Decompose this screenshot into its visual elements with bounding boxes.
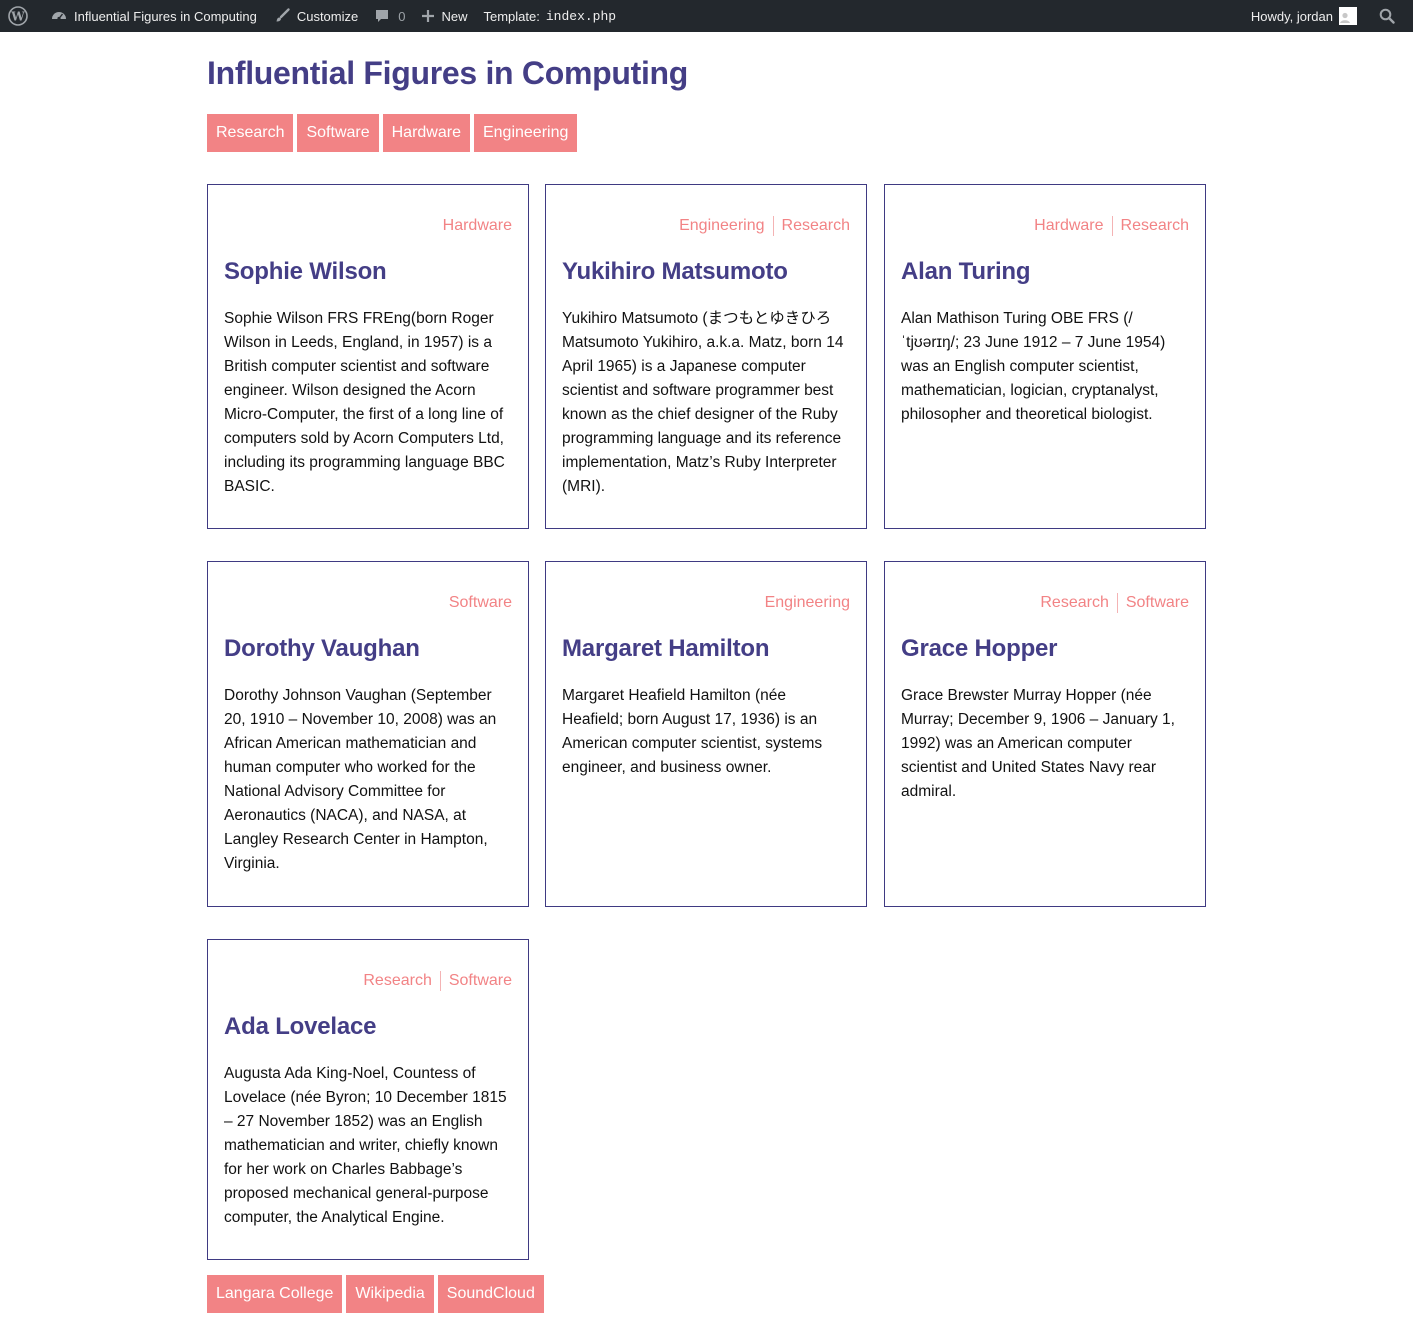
card-title[interactable]: Sophie Wilson — [224, 257, 512, 287]
comments-link[interactable]: 0 — [366, 0, 413, 32]
page-title[interactable]: Influential Figures in Computing — [207, 54, 1207, 92]
template-file: index.php — [545, 8, 617, 24]
new-content-link[interactable]: New — [413, 0, 475, 32]
card-category-link[interactable]: Research — [1040, 592, 1108, 614]
card-category-link[interactable]: Engineering — [679, 215, 764, 237]
avatar — [1339, 7, 1357, 25]
admin-bar-right: Howdy, jordan — [1243, 0, 1413, 32]
footer-link-soundcloud[interactable]: SoundCloud — [437, 1275, 544, 1313]
footer-links: Langara College Wikipedia SoundCloud — [207, 1275, 544, 1313]
comments-count: 0 — [398, 8, 406, 24]
search-button[interactable] — [1365, 0, 1413, 32]
site-name-label: Influential Figures in Computing — [74, 8, 257, 24]
card-description: Margaret Heafield Hamilton (née Heafield… — [562, 687, 823, 776]
category-button-research[interactable]: Research — [207, 114, 294, 152]
plus-icon — [422, 10, 435, 22]
card-categories: Hardware — [224, 215, 512, 237]
card-categories: Software — [224, 592, 512, 614]
person-card-ada-lovelace: Research Software Ada Lovelace Augusta A… — [207, 939, 529, 1260]
category-separator — [439, 971, 441, 991]
greeting-label: Howdy, jordan — [1250, 8, 1333, 24]
customize-link[interactable]: Customize — [265, 0, 366, 32]
wordpress-icon: W — [8, 6, 28, 26]
admin-bar-left: W Influential Figures in Computing Custo… — [0, 0, 624, 32]
wordpress-logo-button[interactable]: W — [0, 0, 42, 32]
card-category-link[interactable]: Engineering — [765, 592, 850, 614]
card-description: Yukihiro Matsumoto (まつもとゆきひろ Matsumoto Y… — [562, 310, 844, 495]
new-label: New — [441, 8, 468, 24]
search-icon — [1379, 8, 1395, 24]
card-title[interactable]: Margaret Hamilton — [562, 634, 850, 664]
card-description: Dorothy Johnson Vaughan (September 20, 1… — [224, 687, 497, 872]
account-menu[interactable]: Howdy, jordan — [1243, 0, 1365, 32]
category-separator — [1111, 216, 1113, 236]
category-separator — [772, 216, 774, 236]
category-button-software[interactable]: Software — [297, 114, 379, 152]
category-nav: Research Software Hardware Engineering — [207, 114, 1207, 152]
card-title[interactable]: Alan Turing — [901, 257, 1189, 287]
card-title[interactable]: Yukihiro Matsumoto — [562, 257, 850, 287]
category-button-engineering[interactable]: Engineering — [473, 114, 578, 152]
card-category-link[interactable]: Hardware — [1034, 215, 1103, 237]
card-title[interactable]: Dorothy Vaughan — [224, 634, 512, 664]
card-category-link[interactable]: Research — [1121, 215, 1189, 237]
card-description: Grace Brewster Murray Hopper (née Murray… — [901, 687, 1175, 800]
site-name-link[interactable]: Influential Figures in Computing — [42, 0, 265, 32]
dashboard-icon — [52, 12, 66, 21]
person-card-dorothy-vaughan: Software Dorothy Vaughan Dorothy Johnson… — [207, 561, 529, 907]
person-card-alan-turing: Hardware Research Alan Turing Alan Mathi… — [884, 184, 1206, 529]
people-grid: Hardware Sophie Wilson Sophie Wilson FRS… — [207, 184, 1207, 1260]
person-card-sophie-wilson: Hardware Sophie Wilson Sophie Wilson FRS… — [207, 184, 529, 529]
card-description: Alan Mathison Turing OBE FRS (/ˈtjʊərɪŋ/… — [901, 310, 1166, 423]
footer-link-langara-college[interactable]: Langara College — [207, 1275, 343, 1313]
card-categories: Engineering Research — [562, 215, 850, 237]
card-categories: Research Software — [224, 970, 512, 992]
template-indicator[interactable]: Template: index.php — [476, 0, 625, 32]
person-card-margaret-hamilton: Engineering Margaret Hamilton Margaret H… — [545, 561, 867, 907]
card-description: Sophie Wilson FRS FREng(born Roger Wilso… — [224, 310, 505, 495]
card-title[interactable]: Grace Hopper — [901, 634, 1189, 664]
footer-link-wikipedia[interactable]: Wikipedia — [346, 1275, 434, 1313]
customize-label: Customize — [296, 8, 359, 24]
user-avatar-icon — [1340, 12, 1350, 23]
card-description: Augusta Ada King-Noel, Countess of Lovel… — [224, 1065, 507, 1226]
paintbrush-icon — [276, 8, 290, 22]
card-category-link[interactable]: Software — [449, 970, 512, 992]
person-card-grace-hopper: Research Software Grace Hopper Grace Bre… — [884, 561, 1206, 907]
card-category-link[interactable]: Research — [782, 215, 850, 237]
person-card-yukihiro-matsumoto: Engineering Research Yukihiro Matsumoto … — [545, 184, 867, 529]
card-category-link[interactable]: Hardware — [443, 215, 512, 237]
svg-text:W: W — [10, 10, 25, 24]
admin-bar: W Influential Figures in Computing Custo… — [0, 0, 1413, 32]
template-label: Template: — [483, 8, 540, 24]
card-title[interactable]: Ada Lovelace — [224, 1012, 512, 1042]
card-category-link[interactable]: Software — [1126, 592, 1189, 614]
category-button-hardware[interactable]: Hardware — [382, 114, 470, 152]
card-categories: Research Software — [901, 592, 1189, 614]
card-category-link[interactable]: Software — [449, 592, 512, 614]
comment-bubble-icon — [376, 10, 389, 22]
card-category-link[interactable]: Research — [363, 970, 431, 992]
card-categories: Hardware Research — [901, 215, 1189, 237]
main-content: Influential Figures in Computing Researc… — [207, 32, 1207, 1313]
category-separator — [1116, 593, 1118, 613]
card-categories: Engineering — [562, 592, 850, 614]
